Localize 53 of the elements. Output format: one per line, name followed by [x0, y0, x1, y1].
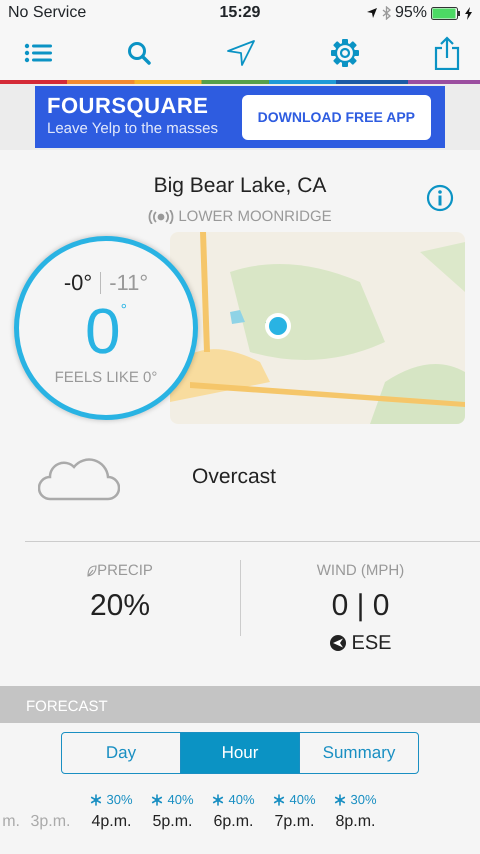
precip-chance: 30% [106, 790, 133, 809]
hour-label: 6p.m. [212, 812, 254, 832]
menu-icon[interactable] [24, 42, 52, 64]
signal-icon [148, 210, 174, 224]
share-icon[interactable] [434, 36, 460, 70]
snowflake-icon [212, 794, 224, 806]
condition-text: Overcast [192, 464, 276, 490]
precip-chance: 40% [289, 790, 316, 809]
hour-label: 3p.m. [29, 812, 72, 832]
station-label: LOWER MOONRIDGE [178, 206, 332, 226]
ad-banner[interactable]: FOURSQUARE Leave Yelp to the masses DOWNLOAD FREE APP [35, 86, 445, 148]
low-temperature: -11° [109, 269, 148, 298]
info-icon[interactable] [426, 184, 454, 212]
ad-tagline: Leave Yelp to the masses [47, 118, 218, 139]
wind-label: WIND (MPH) [316, 561, 406, 581]
precip-chance: 40% [228, 790, 255, 809]
bluetooth-icon [382, 6, 391, 20]
snowflake-icon [334, 794, 346, 806]
precip-chance: 30% [350, 790, 377, 809]
download-button[interactable]: DOWNLOAD FREE APP [242, 94, 431, 140]
location-title: Big Bear Lake, CA [154, 173, 326, 199]
hour-label: 8p.m. [334, 812, 376, 832]
leaf-icon [87, 565, 98, 578]
battery-icon [431, 6, 461, 20]
hour-label: 5p.m. [151, 812, 194, 832]
search-icon[interactable] [127, 41, 151, 65]
feels-like-text: FEELS LIKE 0° [54, 368, 158, 388]
high-temperature: -0° [64, 269, 92, 298]
snowflake-icon [90, 794, 102, 806]
wind-value: 0 | 0 [330, 588, 390, 624]
hour-label: 4p.m. [90, 812, 132, 832]
charging-icon [465, 6, 472, 20]
forecast-tab[interactable]: Day [62, 733, 180, 772]
ad-brand-text: FOURSQUARE [47, 94, 210, 118]
wind-direction: ESE [351, 630, 392, 656]
hour-label: m. [1, 812, 20, 832]
snowflake-icon [151, 794, 164, 806]
current-temperature: 0 [85, 299, 121, 364]
snowflake-icon [273, 794, 286, 806]
battery-text: 95% [394, 3, 427, 23]
carrier-text: No Service [8, 4, 86, 21]
forecast-tab[interactable]: Summary [299, 733, 418, 772]
precip-chance: 40% [167, 790, 194, 809]
navigation-arrow-icon[interactable] [226, 39, 256, 67]
precip-value: 20% [88, 588, 152, 624]
hour-label: 7p.m. [273, 812, 316, 832]
location-arrow-icon [366, 7, 378, 19]
settings-icon[interactable] [331, 39, 359, 67]
forecast-header: FORECAST [0, 686, 480, 723]
precip-label: PRECIP [97, 561, 153, 581]
forecast-tab[interactable]: Hour [180, 733, 299, 772]
degree-mark: ° [120, 301, 127, 322]
clock-text: 15:29 [220, 4, 260, 21]
